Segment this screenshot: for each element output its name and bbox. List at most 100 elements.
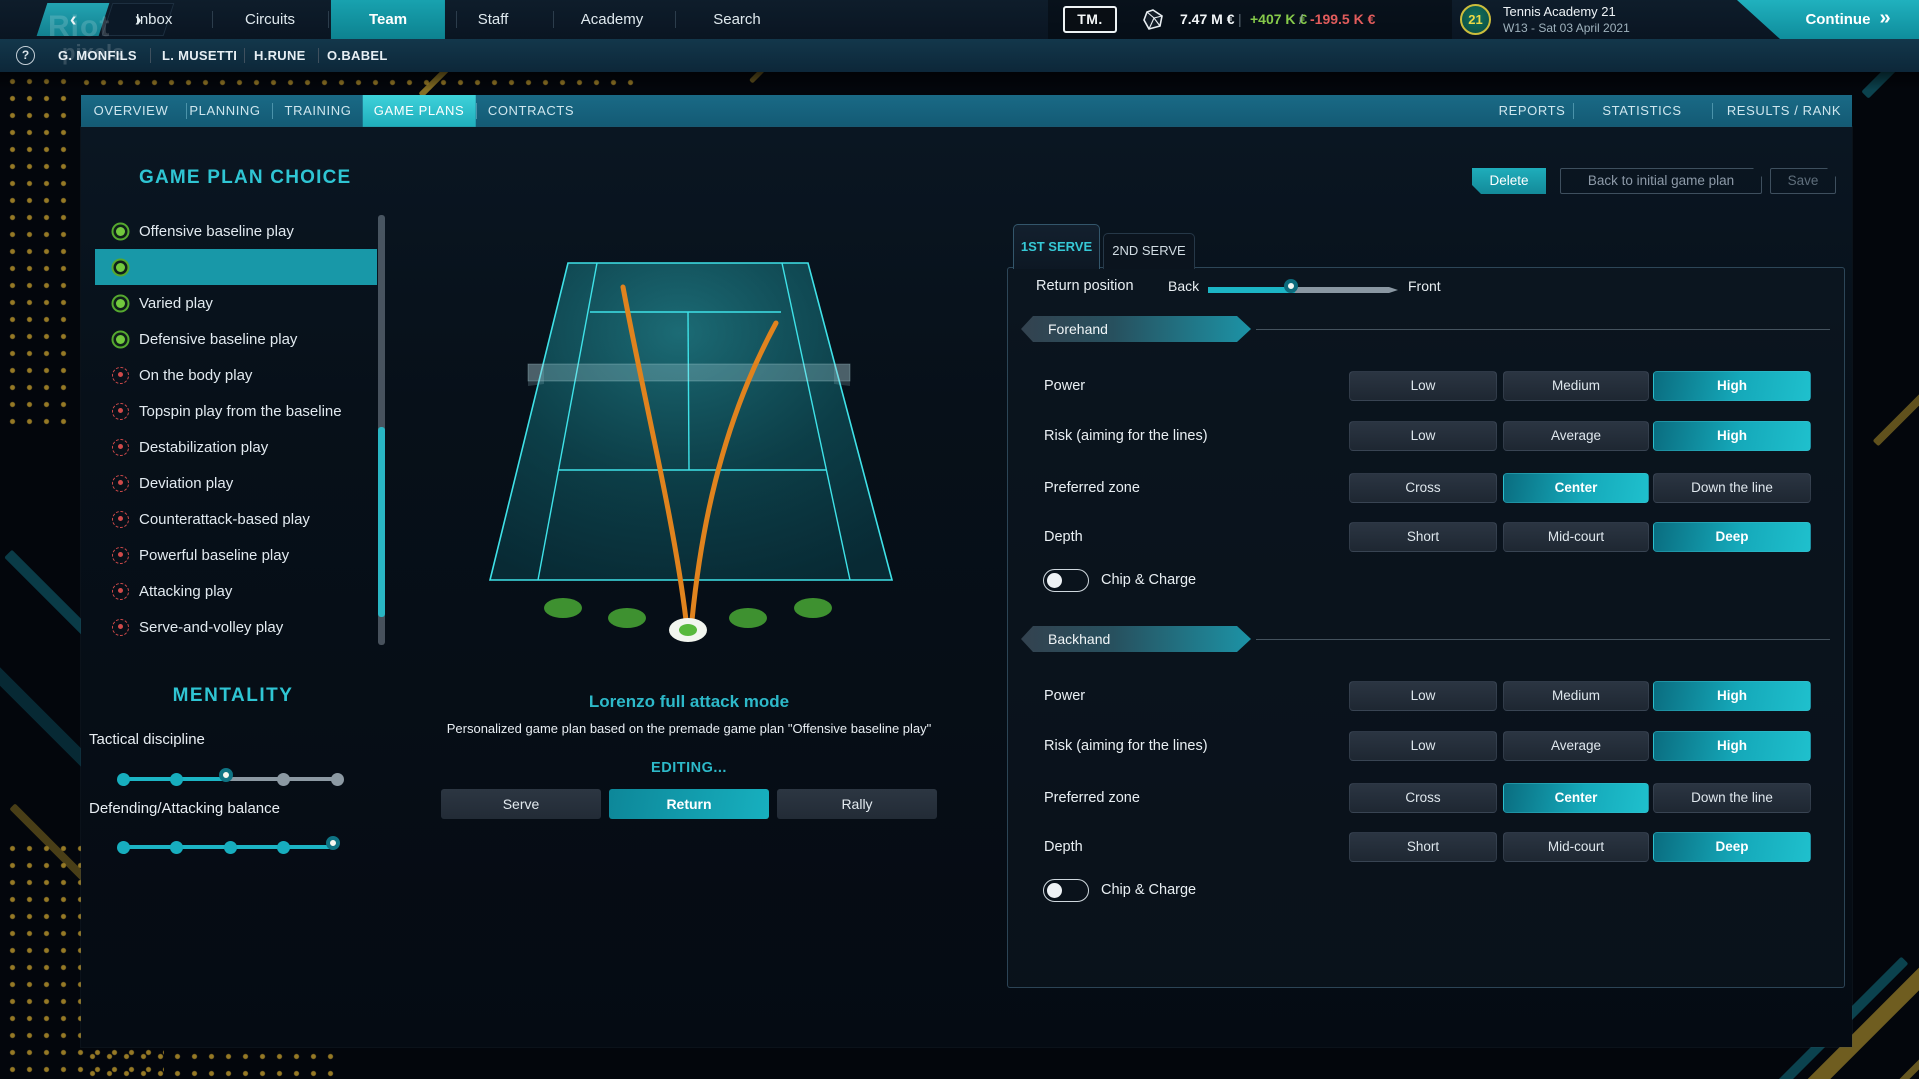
option-backhand-preferred-zone-center[interactable]: Center xyxy=(1503,783,1649,813)
player-tab-g-monfils[interactable]: G. MONFILS xyxy=(58,39,137,72)
tab-contracts[interactable]: CONTRACTS xyxy=(488,95,574,127)
continue-button[interactable]: Continue » xyxy=(1737,0,1919,39)
plan-list-item[interactable]: Serve-and-volley play xyxy=(95,609,377,645)
red-dot-center xyxy=(117,480,123,485)
plan-list-item[interactable]: On the body play xyxy=(95,357,377,393)
option-backhand-risk-aiming-for-the-lines-low[interactable]: Low xyxy=(1349,731,1497,761)
tab-statistics[interactable]: STATISTICS xyxy=(1602,95,1681,127)
tab-results-rank[interactable]: RESULTS / RANK xyxy=(1727,95,1841,127)
nav-item-circuits[interactable]: Circuits xyxy=(245,0,295,39)
tab-1st-serve[interactable]: 1ST SERVE xyxy=(1013,224,1100,269)
option-forehand-risk-aiming-for-the-lines-low[interactable]: Low xyxy=(1349,421,1497,451)
option-forehand-power-medium[interactable]: Medium xyxy=(1503,371,1649,401)
scrollbar-thumb[interactable] xyxy=(378,427,385,617)
slider-handle[interactable] xyxy=(219,768,233,782)
row-label-risk-aiming-for-the-lines: Risk (aiming for the lines) xyxy=(1044,738,1208,754)
option-backhand-power-medium[interactable]: Medium xyxy=(1503,681,1649,711)
option-forehand-power-low[interactable]: Low xyxy=(1349,371,1497,401)
nav-item-search[interactable]: Search xyxy=(713,0,761,39)
decor-dots-bottom-strip xyxy=(84,1048,344,1079)
plan-list-item[interactable]: Topspin play from the baseline xyxy=(95,393,377,429)
help-icon[interactable]: ? xyxy=(16,46,35,65)
slider-defending-attacking-balance[interactable] xyxy=(115,833,345,861)
section-tab-strip: OVERVIEW PLANNING TRAINING GAME PLANS CONTRA… xyxy=(81,95,1852,127)
nav-separator xyxy=(328,11,329,28)
tab-planning[interactable]: PLANNING xyxy=(189,95,260,127)
nav-item-academy[interactable]: Academy xyxy=(581,0,644,39)
slider-step[interactable] xyxy=(170,840,183,854)
serve-settings-panel: 1ST SERVE 2ND SERVE Return position Back… xyxy=(1007,224,1845,988)
option-backhand-preferred-zone-cross[interactable]: Cross xyxy=(1349,783,1497,813)
option-backhand-depth-short[interactable]: Short xyxy=(1349,832,1497,862)
option-forehand-depth-deep[interactable]: Deep xyxy=(1653,522,1811,552)
slider-handle[interactable] xyxy=(326,836,340,850)
position-spot[interactable] xyxy=(794,598,832,618)
option-backhand-preferred-zone-down-the-line[interactable]: Down the line xyxy=(1653,783,1811,813)
player-tab-l-musetti[interactable]: L. MUSETTI xyxy=(162,39,237,72)
slider-step[interactable] xyxy=(116,840,130,854)
return-position-thumb[interactable] xyxy=(1284,279,1298,293)
plan-list-item[interactable]: Varied play xyxy=(95,285,377,321)
option-backhand-risk-aiming-for-the-lines-high[interactable]: High xyxy=(1653,731,1811,761)
return-position-slider[interactable] xyxy=(1208,287,1398,293)
plan-list-item[interactable]: Powerful baseline play xyxy=(95,537,377,573)
plan-label: Destabilization play xyxy=(139,438,269,456)
nav-separator xyxy=(456,11,457,28)
option-forehand-depth-mid-court[interactable]: Mid-court xyxy=(1503,522,1649,552)
plan-list-item[interactable]: Offensive baseline play xyxy=(95,213,377,249)
plan-list-item[interactable]: Destabilization play xyxy=(95,429,377,465)
nav-item-team[interactable]: Team xyxy=(330,0,446,39)
tab-2nd-serve[interactable]: 2ND SERVE xyxy=(1103,233,1195,269)
back-arrow-button[interactable]: ‹ xyxy=(36,3,110,36)
option-forehand-power-high[interactable]: High xyxy=(1653,371,1811,401)
option-forehand-depth-short[interactable]: Short xyxy=(1349,522,1497,552)
option-forehand-risk-aiming-for-the-lines-high[interactable]: High xyxy=(1653,421,1811,451)
plan-list-item[interactable]: Attacking play xyxy=(95,573,377,609)
tab-overview[interactable]: OVERVIEW xyxy=(94,95,169,127)
plan-list-item-selected[interactable] xyxy=(95,249,377,285)
phase-button-serve[interactable]: Serve xyxy=(441,789,601,819)
nav-item-staff[interactable]: Staff xyxy=(478,0,509,39)
player-tab-h-rune[interactable]: H.RUNE xyxy=(254,39,306,72)
row-label-depth: Depth xyxy=(1044,529,1083,545)
plan-list-item[interactable]: Defensive baseline play xyxy=(95,321,377,357)
option-backhand-risk-aiming-for-the-lines-average[interactable]: Average xyxy=(1503,731,1649,761)
option-forehand-preferred-zone-cross[interactable]: Cross xyxy=(1349,473,1497,503)
plan-list-item[interactable]: Counterattack-based play xyxy=(95,501,377,537)
decor-stripe xyxy=(1872,341,1919,447)
player-tab-o-babel[interactable]: O.BABEL xyxy=(327,39,388,72)
phase-button-return[interactable]: Return xyxy=(609,789,769,819)
tab-training[interactable]: TRAINING xyxy=(285,95,352,127)
slider-step[interactable] xyxy=(277,772,290,786)
plan-label: Topspin play from the baseline xyxy=(139,402,342,420)
red-dot-icon xyxy=(112,510,129,528)
slider-step[interactable] xyxy=(170,772,183,786)
option-backhand-power-low[interactable]: Low xyxy=(1349,681,1497,711)
slider-step[interactable] xyxy=(223,840,237,854)
slider-tactical-discipline[interactable] xyxy=(115,765,345,793)
tab-game-plans[interactable]: GAME PLANS xyxy=(362,95,476,127)
option-forehand-risk-aiming-for-the-lines-average[interactable]: Average xyxy=(1503,421,1649,451)
nav-item-inbox[interactable]: Inbox xyxy=(136,0,173,39)
phase-button-rally[interactable]: Rally xyxy=(777,789,937,819)
option-forehand-preferred-zone-down-the-line[interactable]: Down the line xyxy=(1653,473,1811,503)
delete-button[interactable]: Delete xyxy=(1472,168,1546,194)
toggle-backhand-chip-charge[interactable] xyxy=(1043,879,1089,902)
tab-reports[interactable]: REPORTS xyxy=(1499,95,1566,127)
plan-list-item[interactable]: Deviation play xyxy=(95,465,377,501)
save-button[interactable]: Save xyxy=(1770,168,1836,194)
slider-step[interactable] xyxy=(277,840,290,854)
position-spot[interactable] xyxy=(729,608,767,628)
option-backhand-depth-deep[interactable]: Deep xyxy=(1653,832,1811,862)
option-forehand-preferred-zone-center[interactable]: Center xyxy=(1503,473,1649,503)
red-dot-icon xyxy=(112,438,129,456)
option-backhand-depth-mid-court[interactable]: Mid-court xyxy=(1503,832,1649,862)
scrollbar-track[interactable] xyxy=(378,215,385,645)
option-backhand-power-high[interactable]: High xyxy=(1653,681,1811,711)
slider-step[interactable] xyxy=(116,772,130,786)
position-spot[interactable] xyxy=(544,598,582,618)
slider-step[interactable] xyxy=(330,772,344,786)
back-to-initial-button[interactable]: Back to initial game plan xyxy=(1560,168,1762,194)
position-spot[interactable] xyxy=(608,608,646,628)
toggle-forehand-chip-charge[interactable] xyxy=(1043,569,1089,592)
